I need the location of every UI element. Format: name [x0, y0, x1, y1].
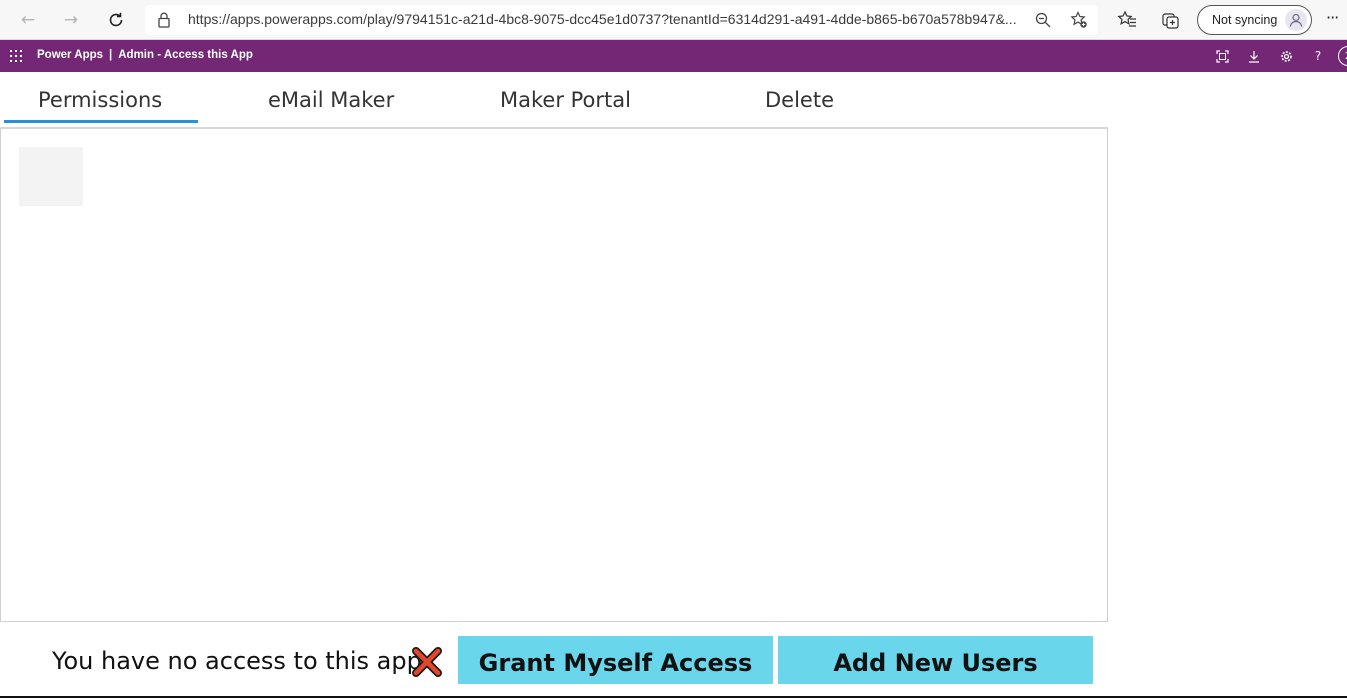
app-name: Power Apps [37, 49, 104, 61]
download-icon[interactable] [1246, 48, 1262, 64]
access-status-text: You have no access to this app [52, 647, 422, 675]
refresh-icon[interactable] [102, 6, 130, 34]
red-x-icon [412, 647, 442, 677]
help-icon[interactable]: ? [1310, 48, 1326, 64]
app-launcher-icon[interactable] [10, 50, 22, 62]
permissions-content-panel [0, 127, 1108, 622]
user-avatar[interactable]: 2 [1338, 46, 1347, 66]
tab-permissions[interactable]: Permissions [38, 88, 162, 112]
powerapps-header: Power Apps | Admin - Access this App ? 2 [0, 40, 1347, 72]
fit-to-screen-icon[interactable] [1214, 48, 1230, 64]
profile-avatar-icon [1285, 9, 1307, 31]
sync-status-label: Not syncing [1212, 13, 1278, 27]
settings-gear-icon[interactable] [1278, 48, 1294, 64]
add-new-users-button[interactable]: Add New Users [778, 636, 1093, 684]
profile-sync-button[interactable]: Not syncing [1197, 5, 1312, 35]
back-arrow-icon[interactable]: ← [14, 6, 42, 34]
address-bar[interactable]: https://apps.powerapps.com/play/9794151c… [145, 5, 1098, 35]
browser-toolbar: ← → https://apps.powerapps.com/play/9794… [0, 0, 1347, 40]
more-options-icon[interactable]: ··· [1326, 8, 1339, 27]
url-text[interactable]: https://apps.powerapps.com/play/9794151c… [188, 11, 1023, 27]
lock-icon[interactable] [158, 12, 170, 28]
collections-icon[interactable] [1160, 9, 1182, 31]
forward-arrow-icon[interactable]: → [57, 6, 85, 34]
header-title: Power Apps | Admin - Access this App [37, 49, 253, 61]
add-favorite-icon[interactable] [1069, 10, 1089, 30]
zoom-out-icon[interactable] [1033, 10, 1053, 30]
selected-tab-indicator [4, 120, 198, 123]
image-placeholder [19, 147, 83, 206]
title-separator: | [109, 49, 113, 61]
tab-delete[interactable]: Delete [765, 88, 834, 112]
page-title: Admin - Access this App [118, 49, 253, 61]
tab-email-maker[interactable]: eMail Maker [268, 88, 394, 112]
favorites-icon[interactable] [1116, 9, 1138, 31]
tab-maker-portal[interactable]: Maker Portal [500, 88, 631, 112]
grant-myself-access-button[interactable]: Grant Myself Access [458, 636, 773, 684]
